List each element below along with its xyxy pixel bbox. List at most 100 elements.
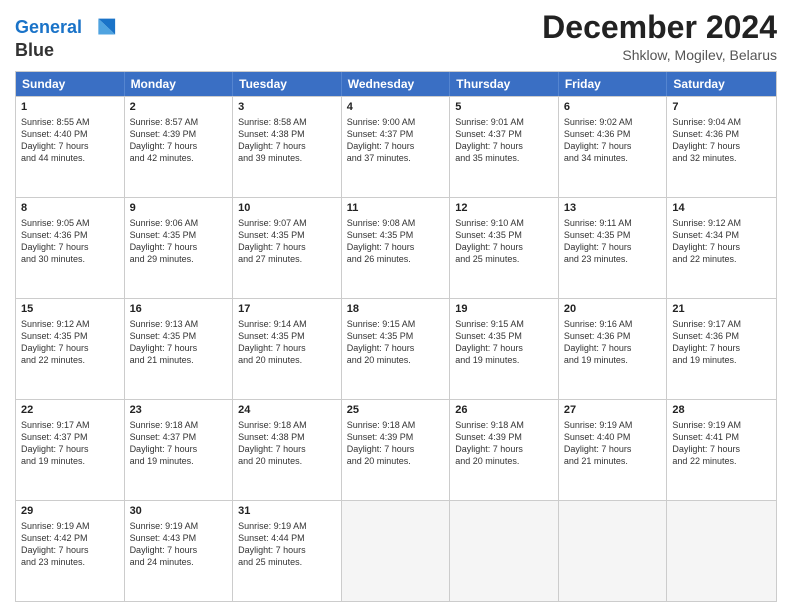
logo-text: General (15, 14, 117, 42)
cell-line: Sunset: 4:35 PM (130, 330, 228, 342)
day-number: 16 (130, 302, 228, 317)
cell-line: Sunset: 4:35 PM (130, 229, 228, 241)
cell-line: Daylight: 7 hours (21, 241, 119, 253)
calendar-cell: 16Sunrise: 9:13 AMSunset: 4:35 PMDayligh… (125, 299, 234, 399)
calendar-cell: 22Sunrise: 9:17 AMSunset: 4:37 PMDayligh… (16, 400, 125, 500)
cell-line: and 44 minutes. (21, 152, 119, 164)
calendar-cell: 20Sunrise: 9:16 AMSunset: 4:36 PMDayligh… (559, 299, 668, 399)
cell-line: Daylight: 7 hours (130, 241, 228, 253)
cell-line: Sunset: 4:37 PM (21, 431, 119, 443)
cell-line: and 32 minutes. (672, 152, 771, 164)
cell-line: Sunset: 4:38 PM (238, 128, 336, 140)
day-number: 24 (238, 403, 336, 418)
cell-line: Sunrise: 9:00 AM (347, 116, 445, 128)
cell-line: Daylight: 7 hours (238, 241, 336, 253)
calendar-week-3: 15Sunrise: 9:12 AMSunset: 4:35 PMDayligh… (16, 298, 776, 399)
calendar-cell: 13Sunrise: 9:11 AMSunset: 4:35 PMDayligh… (559, 198, 668, 298)
header-day-friday: Friday (559, 72, 668, 96)
calendar-cell (342, 501, 451, 601)
cell-line: Sunrise: 9:19 AM (564, 419, 662, 431)
cell-line: Sunset: 4:41 PM (672, 431, 771, 443)
cell-line: Sunrise: 9:19 AM (130, 520, 228, 532)
cell-line: and 22 minutes. (21, 354, 119, 366)
calendar-week-2: 8Sunrise: 9:05 AMSunset: 4:36 PMDaylight… (16, 197, 776, 298)
cell-line: and 24 minutes. (130, 556, 228, 568)
cell-line: and 20 minutes. (238, 354, 336, 366)
calendar-cell: 4Sunrise: 9:00 AMSunset: 4:37 PMDaylight… (342, 97, 451, 197)
calendar-cell: 9Sunrise: 9:06 AMSunset: 4:35 PMDaylight… (125, 198, 234, 298)
day-number: 13 (564, 201, 662, 216)
cell-line: Sunset: 4:35 PM (455, 330, 553, 342)
cell-line: Sunrise: 8:55 AM (21, 116, 119, 128)
day-number: 25 (347, 403, 445, 418)
cell-line: Sunrise: 9:18 AM (238, 419, 336, 431)
cell-line: Sunset: 4:35 PM (238, 229, 336, 241)
day-number: 3 (238, 100, 336, 115)
day-number: 4 (347, 100, 445, 115)
cell-line: Daylight: 7 hours (672, 140, 771, 152)
calendar-cell: 25Sunrise: 9:18 AMSunset: 4:39 PMDayligh… (342, 400, 451, 500)
header-day-monday: Monday (125, 72, 234, 96)
cell-line: Sunrise: 9:17 AM (672, 318, 771, 330)
cell-line: Sunset: 4:35 PM (347, 330, 445, 342)
cell-line: and 19 minutes. (672, 354, 771, 366)
cell-line: Sunset: 4:37 PM (455, 128, 553, 140)
cell-line: Sunset: 4:34 PM (672, 229, 771, 241)
day-number: 21 (672, 302, 771, 317)
cell-line: and 30 minutes. (21, 253, 119, 265)
cell-line: and 25 minutes. (238, 556, 336, 568)
cell-line: Daylight: 7 hours (564, 443, 662, 455)
page: General Blue December 2024 Shklow, Mogil… (0, 0, 792, 612)
cell-line: Daylight: 7 hours (672, 342, 771, 354)
cell-line: Daylight: 7 hours (455, 443, 553, 455)
cell-line: Sunset: 4:39 PM (347, 431, 445, 443)
day-number: 6 (564, 100, 662, 115)
cell-line: Sunset: 4:36 PM (672, 330, 771, 342)
cell-line: Sunrise: 9:13 AM (130, 318, 228, 330)
calendar-cell: 17Sunrise: 9:14 AMSunset: 4:35 PMDayligh… (233, 299, 342, 399)
day-number: 27 (564, 403, 662, 418)
cell-line: Daylight: 7 hours (672, 443, 771, 455)
cell-line: Sunrise: 9:11 AM (564, 217, 662, 229)
cell-line: Sunrise: 9:15 AM (347, 318, 445, 330)
header: General Blue December 2024 Shklow, Mogil… (15, 10, 777, 63)
calendar-cell: 7Sunrise: 9:04 AMSunset: 4:36 PMDaylight… (667, 97, 776, 197)
title-block: December 2024 Shklow, Mogilev, Belarus (542, 10, 777, 63)
cell-line: Daylight: 7 hours (130, 544, 228, 556)
calendar-cell: 15Sunrise: 9:12 AMSunset: 4:35 PMDayligh… (16, 299, 125, 399)
cell-line: and 19 minutes. (564, 354, 662, 366)
calendar-cell: 24Sunrise: 9:18 AMSunset: 4:38 PMDayligh… (233, 400, 342, 500)
logo-general: General (15, 17, 82, 37)
cell-line: Sunset: 4:35 PM (21, 330, 119, 342)
cell-line: Sunrise: 9:12 AM (672, 217, 771, 229)
day-number: 18 (347, 302, 445, 317)
cell-line: Sunrise: 9:08 AM (347, 217, 445, 229)
cell-line: Sunset: 4:40 PM (21, 128, 119, 140)
calendar-cell: 29Sunrise: 9:19 AMSunset: 4:42 PMDayligh… (16, 501, 125, 601)
cell-line: Sunrise: 9:19 AM (21, 520, 119, 532)
calendar-cell: 6Sunrise: 9:02 AMSunset: 4:36 PMDaylight… (559, 97, 668, 197)
header-day-thursday: Thursday (450, 72, 559, 96)
subtitle: Shklow, Mogilev, Belarus (542, 47, 777, 63)
cell-line: Daylight: 7 hours (238, 544, 336, 556)
cell-line: and 22 minutes. (672, 455, 771, 467)
calendar-cell: 31Sunrise: 9:19 AMSunset: 4:44 PMDayligh… (233, 501, 342, 601)
cell-line: Sunrise: 9:18 AM (130, 419, 228, 431)
calendar-cell: 12Sunrise: 9:10 AMSunset: 4:35 PMDayligh… (450, 198, 559, 298)
cell-line: Daylight: 7 hours (21, 544, 119, 556)
logo-icon (89, 14, 117, 42)
cell-line: and 20 minutes. (455, 455, 553, 467)
cell-line: Sunset: 4:39 PM (455, 431, 553, 443)
cell-line: Sunset: 4:36 PM (564, 128, 662, 140)
day-number: 30 (130, 504, 228, 519)
cell-line: Daylight: 7 hours (21, 140, 119, 152)
header-day-sunday: Sunday (16, 72, 125, 96)
cell-line: Sunset: 4:37 PM (347, 128, 445, 140)
cell-line: Daylight: 7 hours (564, 342, 662, 354)
cell-line: Daylight: 7 hours (455, 241, 553, 253)
day-number: 2 (130, 100, 228, 115)
calendar-week-4: 22Sunrise: 9:17 AMSunset: 4:37 PMDayligh… (16, 399, 776, 500)
cell-line: and 42 minutes. (130, 152, 228, 164)
cell-line: Sunrise: 9:18 AM (455, 419, 553, 431)
cell-line: Sunset: 4:43 PM (130, 532, 228, 544)
